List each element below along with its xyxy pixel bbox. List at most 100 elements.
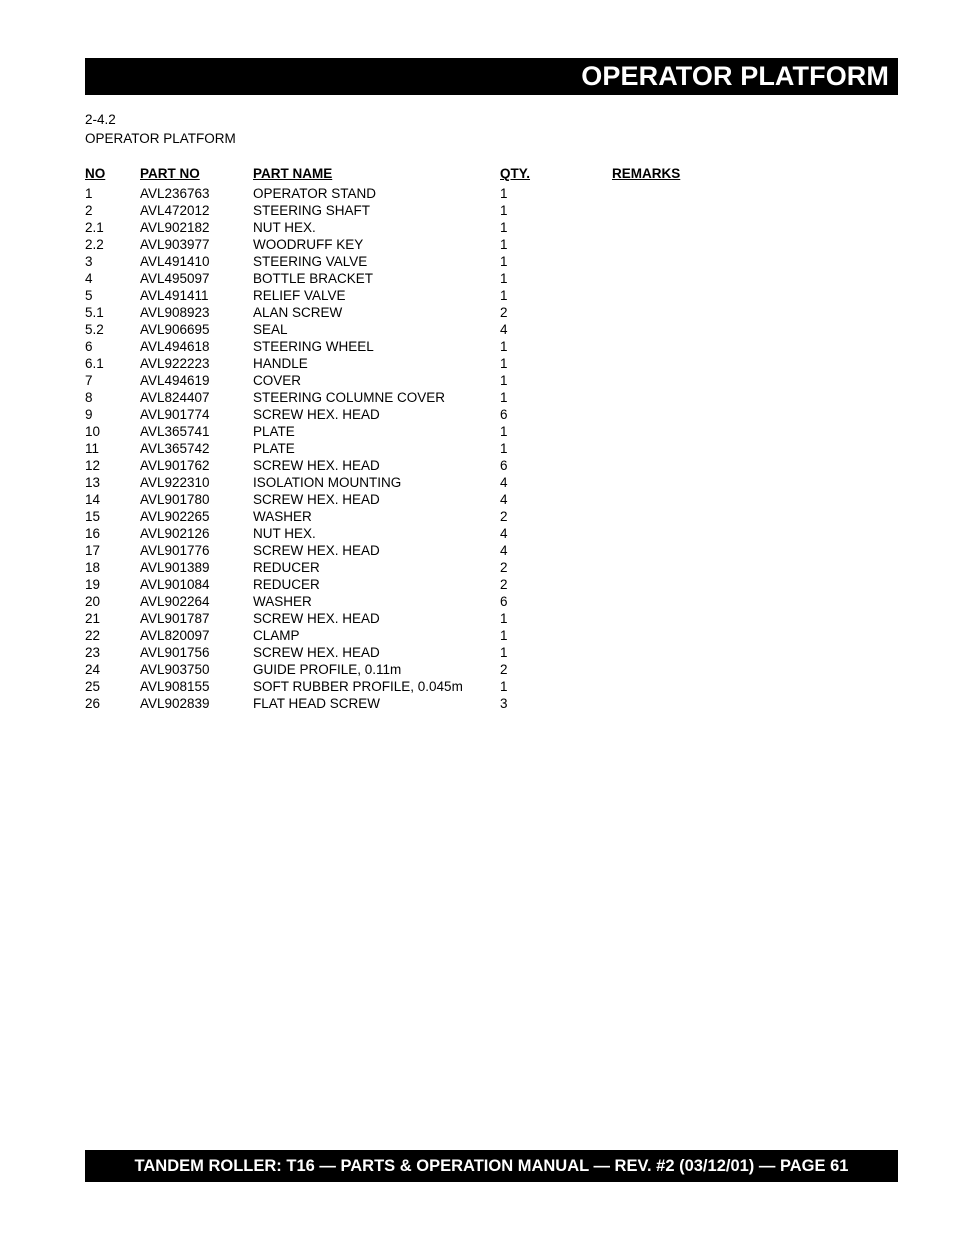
- cell-part-name: STEERING VALVE: [253, 254, 368, 269]
- table-row: 8 AVL824407 STEERING COLUMNE COVER 1: [85, 389, 875, 406]
- cell-part-no: AVL906695: [140, 322, 210, 337]
- cell-remarks: [612, 661, 875, 678]
- cell-part-name: SCREW HEX. HEAD: [253, 543, 380, 558]
- cell-part-name: WOODRUFF KEY: [253, 237, 364, 252]
- cell-no: 6.1: [85, 356, 104, 371]
- cell-remarks: [612, 525, 875, 542]
- cell-remarks: [612, 474, 875, 491]
- cell-part-name: SCREW HEX. HEAD: [253, 645, 380, 660]
- cell-part-no: AVL902182: [140, 220, 210, 235]
- cell-part-name: SOFT RUBBER PROFILE, 0.045m: [253, 679, 463, 694]
- cell-part-no: AVL494618: [140, 339, 210, 354]
- cell-part-no: AVL922310: [140, 475, 210, 490]
- column-header-qty: QTY.: [500, 166, 531, 181]
- cell-no: 4: [85, 271, 93, 286]
- cell-remarks: [612, 627, 875, 644]
- cell-part-name: STEERING WHEEL: [253, 339, 374, 354]
- cell-remarks: [612, 440, 875, 457]
- section-identifier: 2-4.2 OPERATOR PLATFORM: [85, 110, 236, 148]
- table-row: 20 AVL902264 WASHER 6: [85, 593, 875, 610]
- cell-part-name: SCREW HEX. HEAD: [253, 458, 380, 473]
- cell-part-name: PLATE: [253, 424, 295, 439]
- table-row: 10 AVL365741 PLATE 1: [85, 423, 875, 440]
- cell-no: 1: [85, 186, 93, 201]
- cell-part-no: AVL365742: [140, 441, 210, 456]
- cell-remarks: [612, 610, 875, 627]
- cell-part-no: AVL472012: [140, 203, 210, 218]
- cell-part-name: SCREW HEX. HEAD: [253, 407, 380, 422]
- cell-part-no: AVL908923: [140, 305, 210, 320]
- cell-remarks: [612, 355, 875, 372]
- cell-remarks: [612, 406, 875, 423]
- cell-no: 7: [85, 373, 93, 388]
- cell-no: 22: [85, 628, 101, 643]
- cell-part-no: AVL922223: [140, 356, 210, 371]
- cell-qty: 4: [500, 475, 508, 490]
- cell-no: 2.1: [85, 220, 104, 235]
- table-header-row: NO PART NO PART NAME QTY. REMARKS: [85, 165, 875, 185]
- table-row: 11 AVL365742 PLATE 1: [85, 440, 875, 457]
- cell-no: 16: [85, 526, 101, 541]
- cell-qty: 1: [500, 424, 508, 439]
- cell-remarks: [612, 491, 875, 508]
- cell-no: 5.2: [85, 322, 104, 337]
- column-header-no: NO: [85, 166, 106, 181]
- cell-part-no: AVL902264: [140, 594, 210, 609]
- cell-qty: 1: [500, 373, 508, 388]
- cell-no: 15: [85, 509, 101, 524]
- cell-qty: 6: [500, 407, 508, 422]
- table-row: 1 AVL236763 OPERATOR STAND 1: [85, 185, 875, 202]
- cell-part-no: AVL902265: [140, 509, 210, 524]
- cell-remarks: [612, 270, 875, 287]
- cell-no: 3: [85, 254, 93, 269]
- table-row: 18 AVL901389 REDUCER 2: [85, 559, 875, 576]
- cell-part-name: NUT HEX.: [253, 526, 316, 541]
- cell-qty: 1: [500, 645, 508, 660]
- cell-part-no: AVL901756: [140, 645, 210, 660]
- cell-qty: 2: [500, 305, 508, 320]
- cell-no: 18: [85, 560, 101, 575]
- cell-no: 11: [85, 441, 100, 456]
- cell-qty: 4: [500, 322, 508, 337]
- cell-part-name: WASHER: [253, 509, 312, 524]
- table-row: 12 AVL901762 SCREW HEX. HEAD 6: [85, 457, 875, 474]
- cell-no: 23: [85, 645, 101, 660]
- cell-part-no: AVL494619: [140, 373, 210, 388]
- cell-qty: 2: [500, 509, 508, 524]
- cell-remarks: [612, 576, 875, 593]
- cell-part-name: BOTTLE BRACKET: [253, 271, 374, 286]
- cell-remarks: [612, 185, 875, 202]
- table-row: 2.1 AVL902182 NUT HEX. 1: [85, 219, 875, 236]
- cell-part-name: FLAT HEAD SCREW: [253, 696, 381, 711]
- cell-qty: 4: [500, 543, 508, 558]
- table-body: 1 AVL236763 OPERATOR STAND 1 2 AVL472012 STEER…: [85, 185, 875, 712]
- cell-qty: 4: [500, 526, 508, 541]
- cell-qty: 4: [500, 492, 508, 507]
- page-footer-bar: TANDEM ROLLER: T16 — PARTS & OPERATION M…: [85, 1150, 898, 1182]
- column-header-part-name: PART NAME: [253, 166, 333, 181]
- cell-remarks: [612, 423, 875, 440]
- cell-no: 9: [85, 407, 93, 422]
- cell-qty: 1: [500, 390, 508, 405]
- table-row: 16 AVL902126 NUT HEX. 4: [85, 525, 875, 542]
- page-title: OPERATOR PLATFORM: [581, 61, 889, 91]
- cell-qty: 1: [500, 288, 508, 303]
- cell-part-no: AVL901787: [140, 611, 210, 626]
- cell-part-no: AVL903750: [140, 662, 210, 677]
- cell-no: 13: [85, 475, 101, 490]
- table-row: 24 AVL903750 GUIDE PROFILE, 0.11m 2: [85, 661, 875, 678]
- cell-no: 24: [85, 662, 101, 677]
- cell-part-no: AVL495097: [140, 271, 210, 286]
- cell-remarks: [612, 695, 875, 712]
- cell-remarks: [612, 542, 875, 559]
- cell-part-name: STEERING COLUMNE COVER: [253, 390, 446, 405]
- cell-part-no: AVL902839: [140, 696, 210, 711]
- table-row: 5.1 AVL908923 ALAN SCREW 2: [85, 304, 875, 321]
- table-row: 26 AVL902839 FLAT HEAD SCREW 3: [85, 695, 875, 712]
- table-row: 13 AVL922310 ISOLATION MOUNTING 4: [85, 474, 875, 491]
- cell-remarks: [612, 644, 875, 661]
- page-header-bar: OPERATOR PLATFORM: [85, 58, 898, 95]
- table-row: 7 AVL494619 COVER 1: [85, 372, 875, 389]
- cell-no: 20: [85, 594, 101, 609]
- cell-remarks: [612, 202, 875, 219]
